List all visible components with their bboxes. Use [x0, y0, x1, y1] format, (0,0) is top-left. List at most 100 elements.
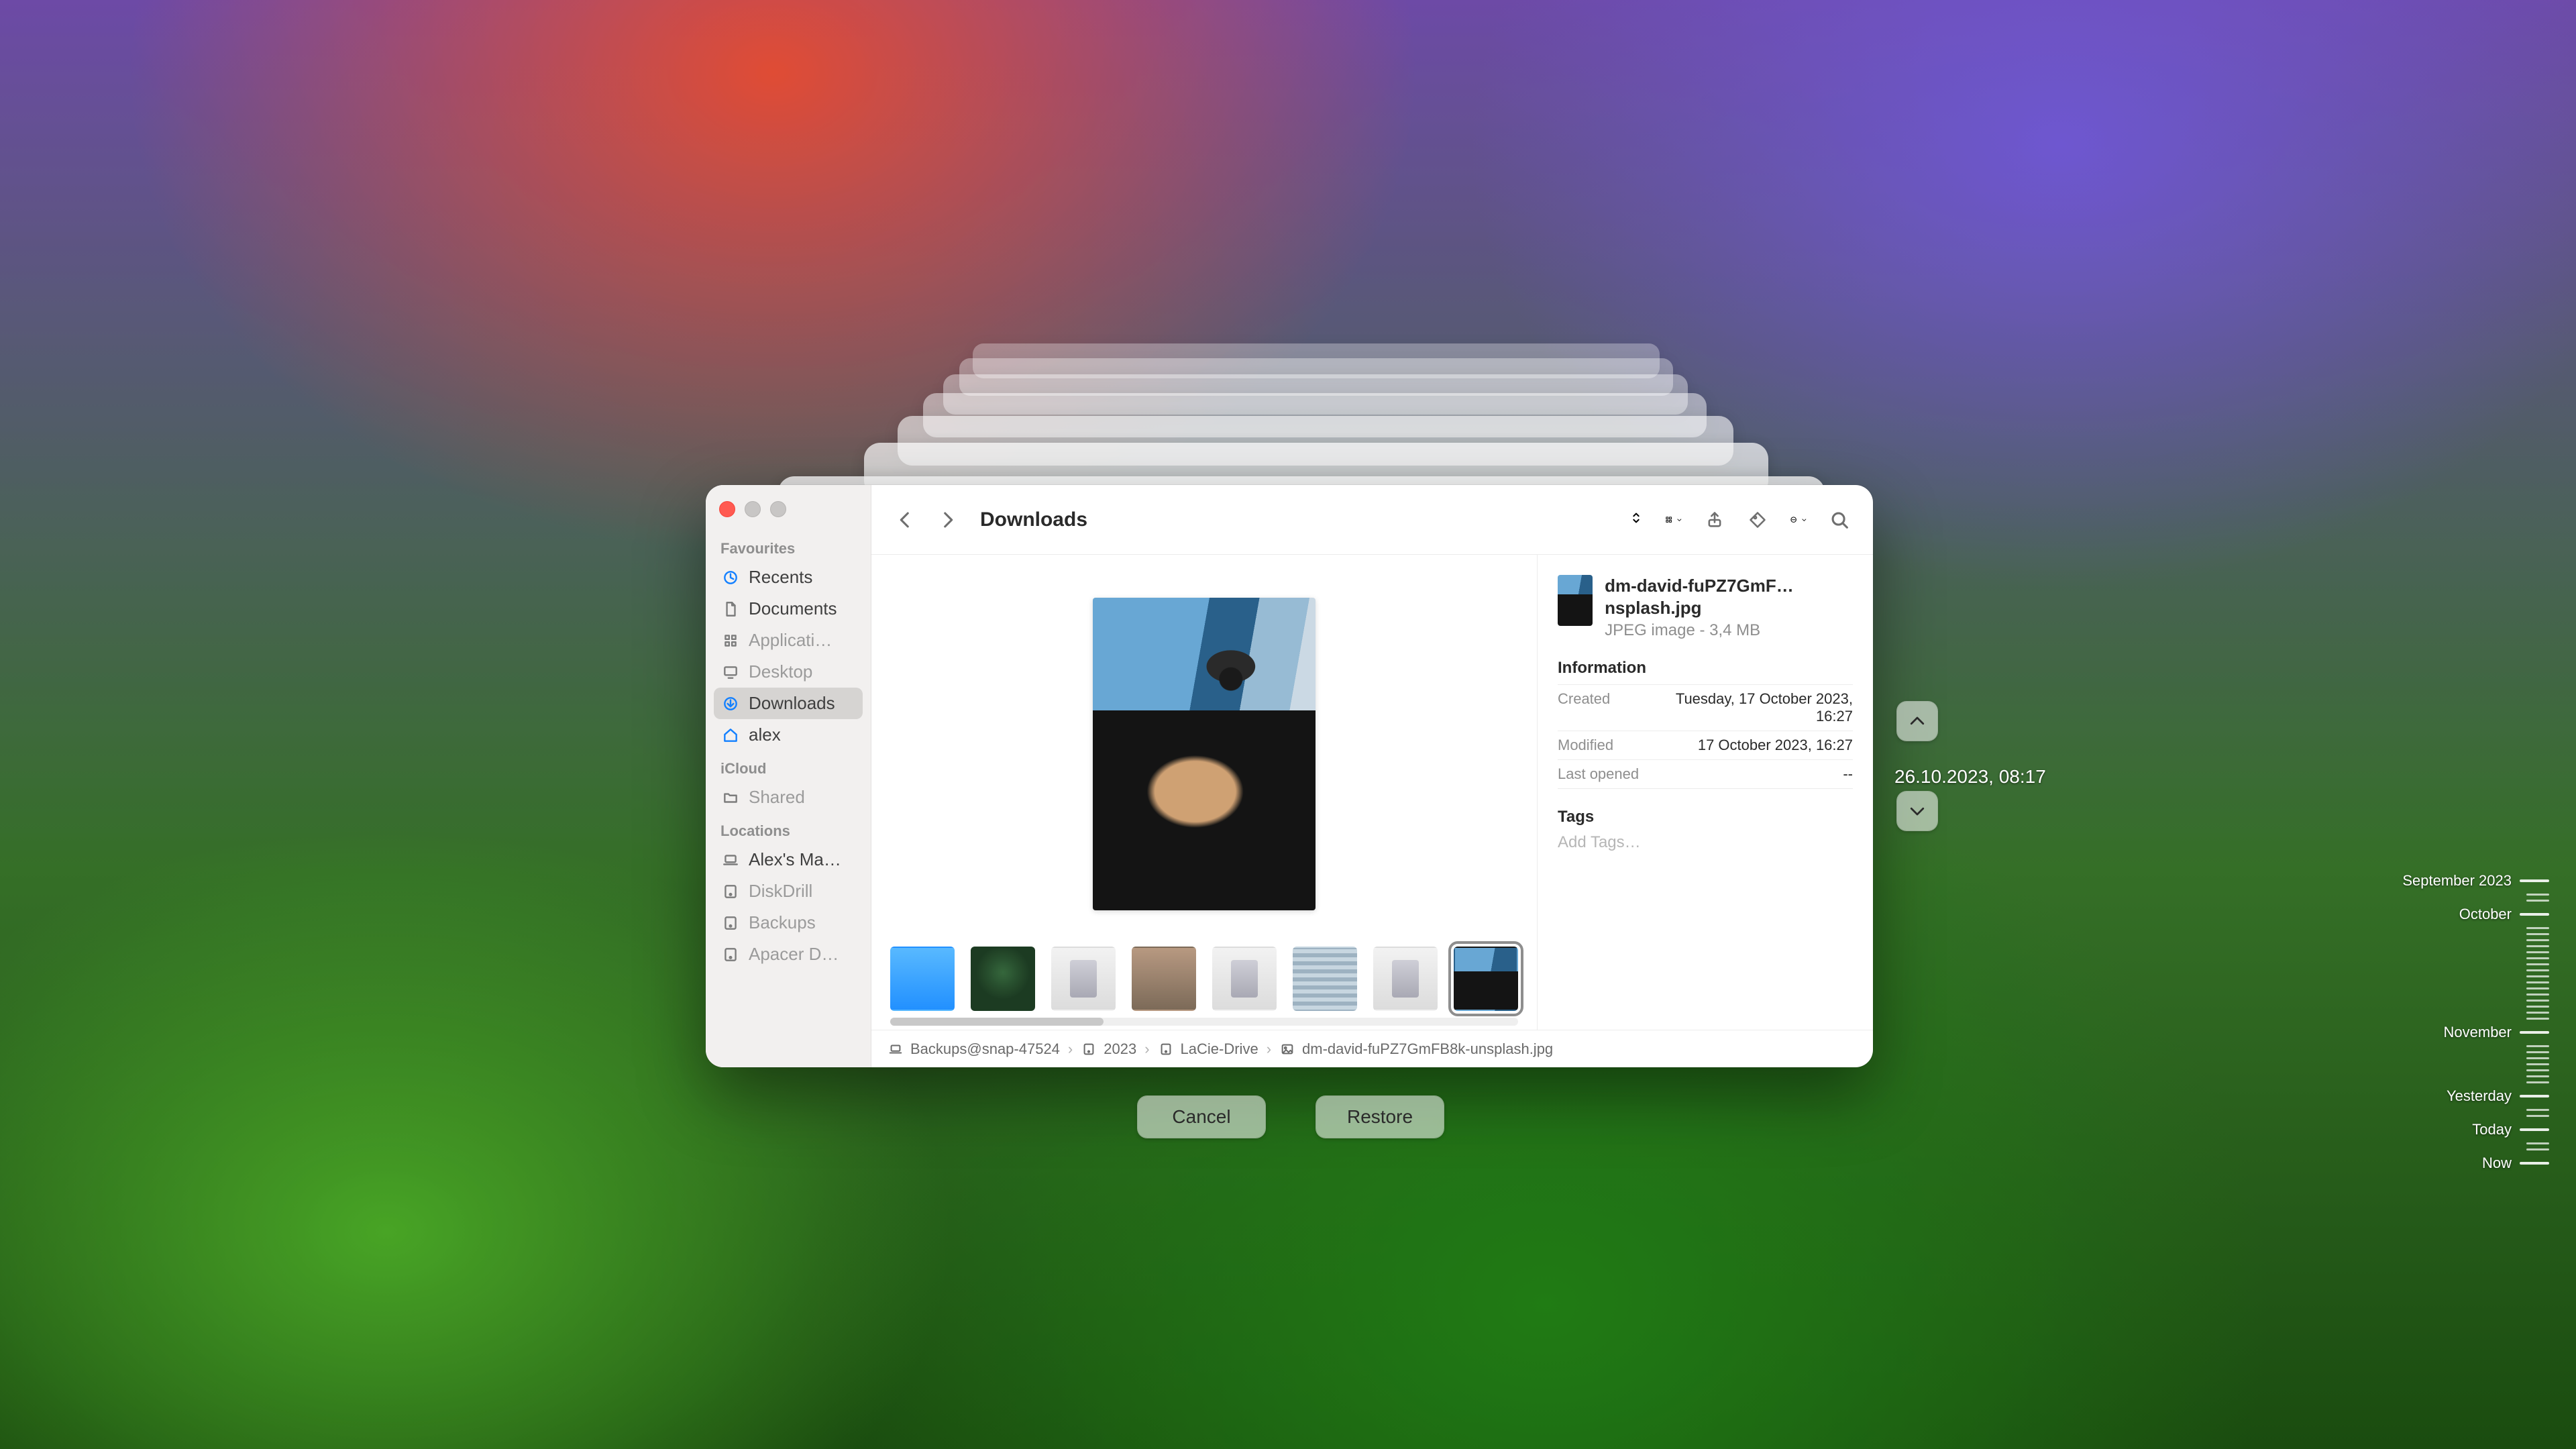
snapshot-timeline[interactable]: September 2023 October November Yesterday To…	[2375, 872, 2549, 1172]
timeline-marker[interactable]: October	[2375, 906, 2549, 923]
info-row: CreatedTuesday, 17 October 2023, 16:27	[1558, 684, 1853, 731]
sidebar-item[interactable]: Applicati…	[714, 625, 863, 656]
thumbnail-item[interactable]	[890, 947, 955, 1011]
tags-section-title: Tags	[1558, 808, 1853, 826]
path-segment[interactable]: 2023	[1104, 1040, 1136, 1058]
window-zoom-button[interactable]	[770, 501, 786, 517]
timeline-tick-icon	[2526, 1012, 2549, 1014]
snapshot-newer-button[interactable]	[1897, 792, 1937, 830]
preview-image[interactable]	[1093, 598, 1316, 910]
finder-toolbar: Downloads	[871, 485, 1873, 555]
info-filename: dm-david-fuPZ7GmF…nsplash.jpg	[1605, 575, 1853, 619]
snapshot-older-button[interactable]	[1897, 702, 1937, 741]
sidebar-section-title: iCloud	[714, 756, 863, 782]
thumbnail-item-selected[interactable]	[1454, 947, 1518, 1011]
sidebar-item[interactable]: Recents	[714, 561, 863, 593]
timeline-tick-icon	[2526, 969, 2549, 971]
finder-content: Downloads	[871, 485, 1873, 1067]
sidebar-item[interactable]: Desktop	[714, 656, 863, 688]
window-close-button[interactable]	[719, 501, 735, 517]
timeline-tick-icon	[2520, 879, 2549, 882]
timeline-tick-icon	[2520, 913, 2549, 916]
path-segment[interactable]: Backups@snap-47524	[910, 1040, 1060, 1058]
folder-icon	[720, 788, 741, 808]
sidebar-item[interactable]: alex	[714, 719, 863, 751]
restore-button[interactable]: Restore	[1316, 1096, 1444, 1138]
info-section-title: Information	[1558, 659, 1853, 678]
timeline-tick-icon	[2526, 1075, 2549, 1077]
thumbnail-item[interactable]	[1373, 947, 1438, 1011]
info-row-value: Tuesday, 17 October 2023, 16:27	[1652, 690, 1853, 725]
timeline-tick-icon	[2520, 1095, 2549, 1097]
thumbnail-item[interactable]	[1051, 947, 1116, 1011]
window-minimize-button[interactable]	[745, 501, 761, 517]
timeline-marker-label: Today	[2472, 1121, 2512, 1138]
path-segment[interactable]: dm-david-fuPZ7GmFB8k-unsplash.jpg	[1302, 1040, 1553, 1058]
apps-icon	[720, 631, 741, 651]
timeline-tick-icon	[2526, 933, 2549, 935]
finder-main: dm-david-fuPZ7GmF…nsplash.jpg JPEG image…	[871, 555, 1873, 1030]
timeline-marker[interactable]: September 2023	[2375, 872, 2549, 890]
info-row-key: Last opened	[1558, 765, 1639, 783]
timeline-tick-icon	[2526, 900, 2549, 902]
info-row: Modified17 October 2023, 16:27	[1558, 731, 1853, 759]
thumbnail-item[interactable]	[1293, 947, 1357, 1011]
home-icon	[720, 725, 741, 745]
timeline-tick-icon	[2520, 1162, 2549, 1165]
timeline-tick-icon	[2526, 963, 2549, 965]
actions-menu[interactable]	[1786, 511, 1811, 529]
timeline-marker-label: November	[2444, 1024, 2512, 1041]
thumbnail-item[interactable]	[1212, 947, 1277, 1011]
sidebar-item[interactable]: Shared	[714, 782, 863, 813]
timemachine-action-buttons: Cancel Restore	[1138, 1096, 1444, 1138]
preview-stage	[871, 555, 1537, 940]
tags-button[interactable]	[1743, 505, 1772, 535]
sidebar-item-label: alex	[749, 724, 781, 745]
timeline-marker[interactable]: Yesterday	[2375, 1087, 2549, 1105]
timeline-marker[interactable]: Today	[2375, 1121, 2549, 1138]
window-traffic-lights	[714, 497, 863, 531]
desktop-wallpaper: FavouritesRecentsDocumentsApplicati…Desk…	[0, 0, 2576, 1449]
sidebar-item[interactable]: Backups	[714, 907, 863, 938]
sort-arrows-icon	[1629, 511, 1644, 529]
thumbnail-scrollbar[interactable]	[890, 1018, 1518, 1026]
grid-icon	[1665, 516, 1672, 523]
sidebar-item[interactable]: Apacer D…	[714, 938, 863, 970]
timeline-marker-label: Now	[2482, 1155, 2512, 1172]
timeline-marker[interactable]: November	[2375, 1024, 2549, 1041]
forward-button[interactable]	[933, 505, 963, 535]
clock-icon	[720, 568, 741, 588]
cancel-button[interactable]: Cancel	[1138, 1096, 1265, 1138]
info-row-key: Modified	[1558, 737, 1613, 754]
timeline-marker-label: October	[2459, 906, 2512, 923]
sidebar-section-title: Locations	[714, 818, 863, 844]
tag-icon	[1748, 511, 1767, 529]
timeline-marker-label: Yesterday	[2447, 1087, 2512, 1105]
disk-icon	[720, 881, 741, 902]
sidebar-item[interactable]: Alex's Ma…	[714, 844, 863, 875]
sidebar-item[interactable]: Documents	[714, 593, 863, 625]
window-title: Downloads	[980, 508, 1087, 531]
sidebar-item[interactable]: DiskDrill	[714, 875, 863, 907]
image-icon	[1279, 1041, 1295, 1057]
desktop-icon	[720, 662, 741, 682]
laptop-icon	[720, 850, 741, 870]
preview-column	[871, 555, 1538, 1030]
back-button[interactable]	[890, 505, 920, 535]
snapshot-timestamp: 26.10.2023, 08:17	[1894, 766, 2046, 788]
sidebar-item-label: DiskDrill	[749, 881, 812, 902]
tags-input[interactable]: Add Tags…	[1558, 833, 1853, 852]
thumbnail-item[interactable]	[1132, 947, 1196, 1011]
thumbnail-item[interactable]	[971, 947, 1035, 1011]
path-segment[interactable]: LaCie-Drive	[1181, 1040, 1258, 1058]
sidebar-item[interactable]: Downloads	[714, 688, 863, 719]
share-button[interactable]	[1700, 505, 1729, 535]
chevron-down-icon	[1907, 801, 1927, 821]
timeline-tick-icon	[2526, 1045, 2549, 1047]
timeline-marker[interactable]: Now	[2375, 1155, 2549, 1172]
view-options-menu[interactable]	[1661, 511, 1686, 529]
sidebar-section-title: Favourites	[714, 536, 863, 561]
search-button[interactable]	[1825, 505, 1854, 535]
view-device-menu[interactable]	[1621, 508, 1648, 531]
timeline-tick-icon	[2526, 1051, 2549, 1053]
